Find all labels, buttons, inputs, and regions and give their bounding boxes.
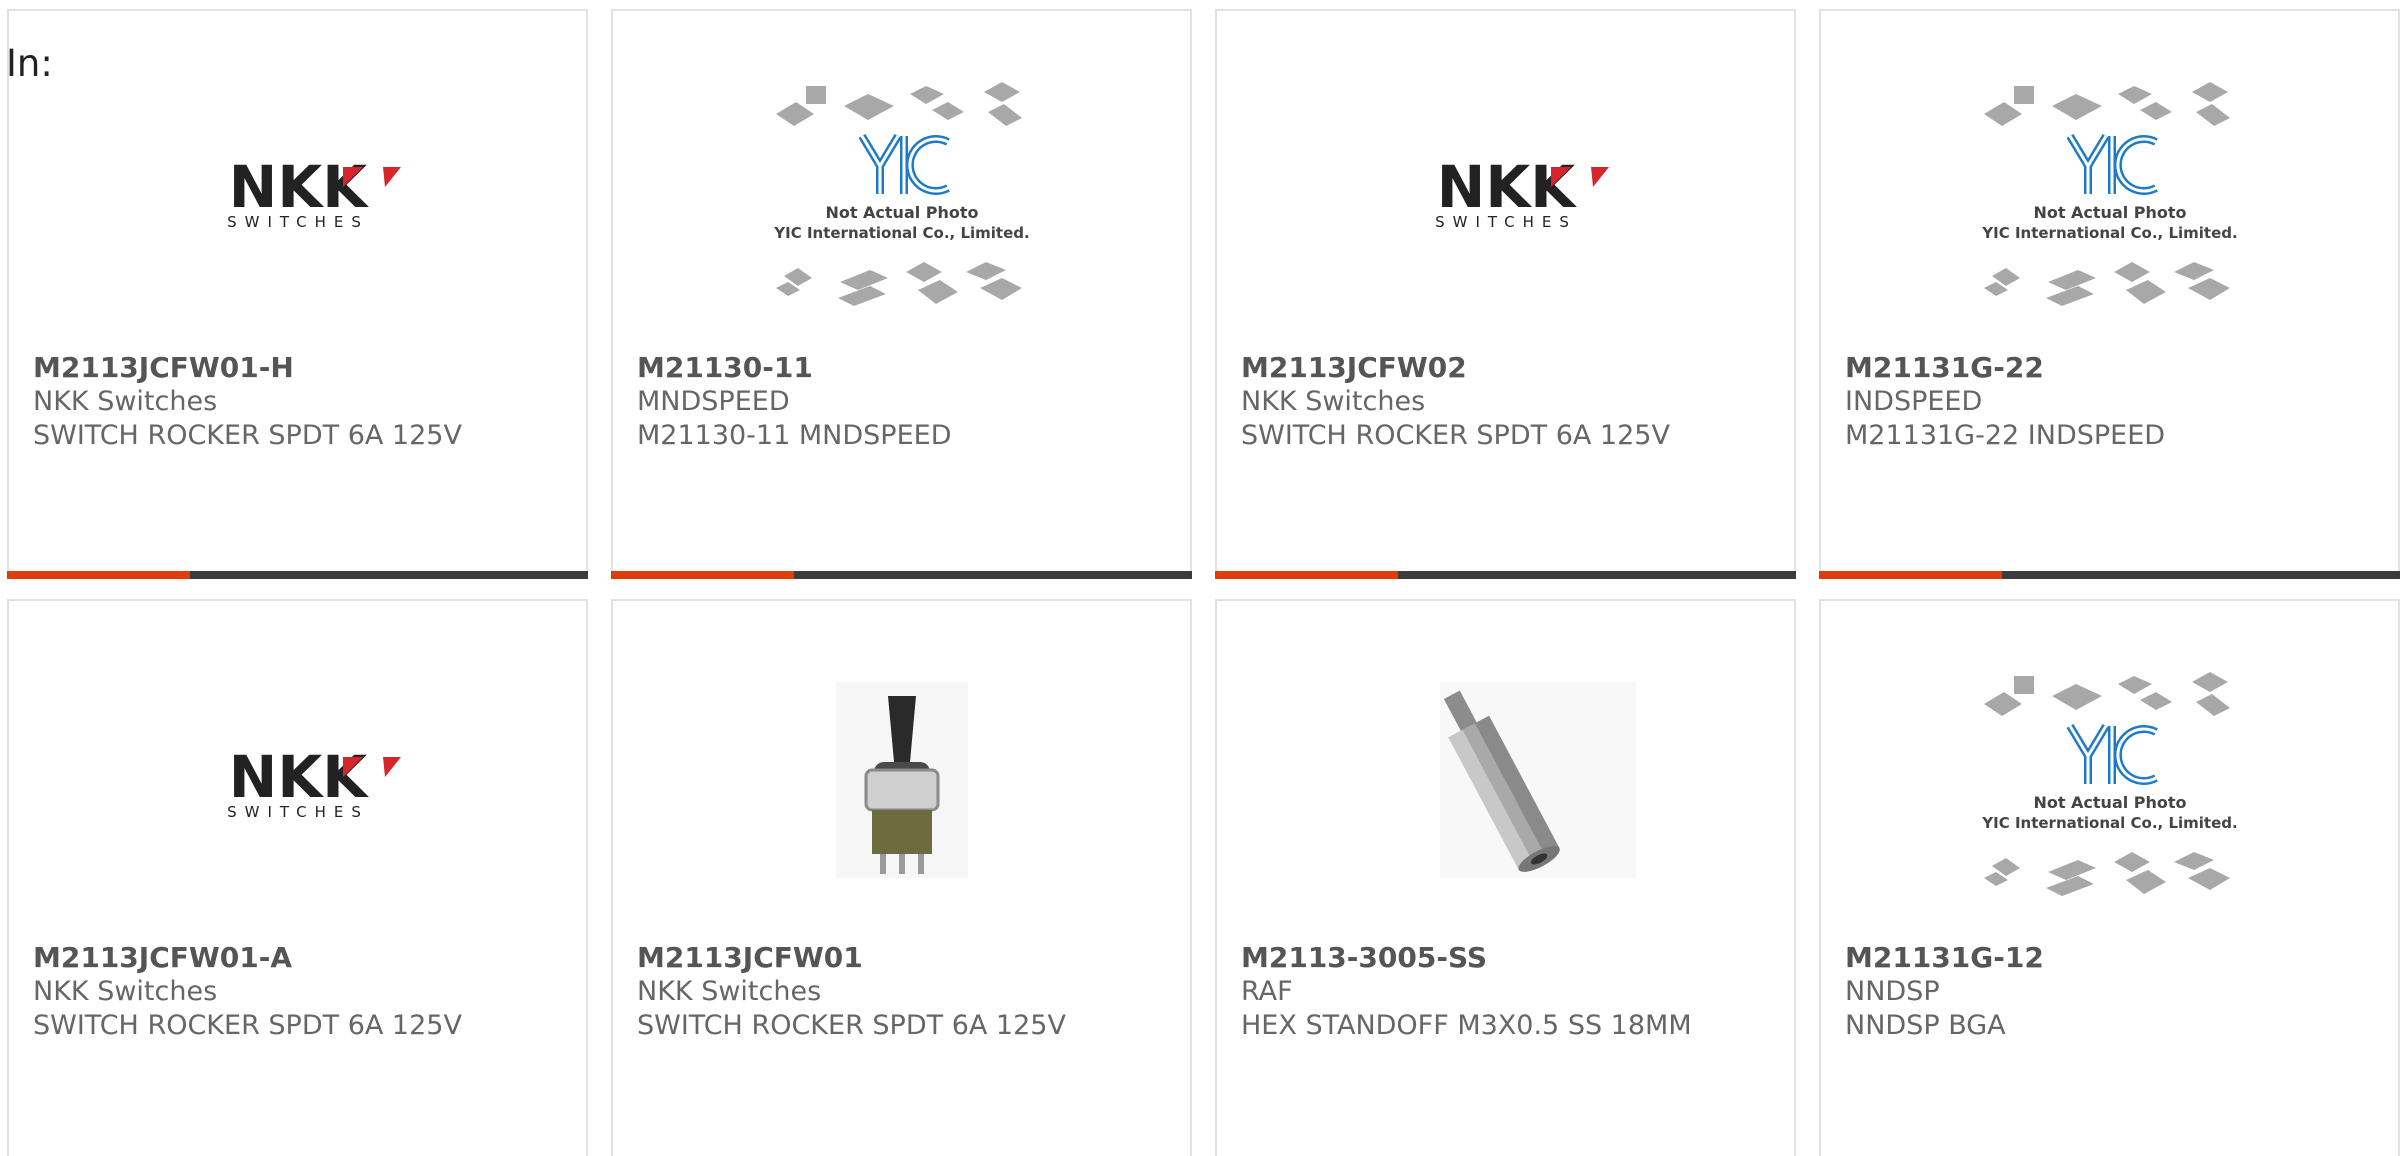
- yic-text-line1: Not Actual Photo: [2033, 793, 2186, 812]
- part-number-link[interactable]: M21131G-22: [1845, 351, 2044, 385]
- card-bottom-bar: [7, 571, 588, 579]
- product-description: SWITCH ROCKER SPDT 6A 125V: [33, 420, 462, 451]
- product-description: SWITCH ROCKER SPDT 6A 125V: [637, 1010, 1066, 1041]
- manufacturer-name: RAF: [1241, 976, 1293, 1007]
- yic-placeholder-image: Not Actual Photo YIC International Co., …: [1978, 654, 2242, 918]
- yic-text-line2: YIC International Co., Limited.: [773, 224, 1029, 242]
- product-description: HEX STANDOFF M3X0.5 SS 18MM: [1241, 1010, 1692, 1041]
- rocker-switch-photo: [770, 654, 1034, 918]
- product-card[interactable]: M2113JCFW01 NKK Switches SWITCH ROCKER S…: [611, 599, 1192, 1156]
- product-grid-page: In: NKK SWITCHES M2113JCFW01-H NKK Switc…: [0, 0, 2400, 1156]
- card-accent-bar: [7, 571, 190, 579]
- product-card[interactable]: Not Actual Photo YIC International Co., …: [611, 9, 1192, 579]
- nkk-logo-subtext: SWITCHES: [227, 213, 369, 231]
- part-number-link[interactable]: M2113JCFW01-A: [33, 941, 292, 975]
- yic-text-line1: Not Actual Photo: [2033, 203, 2186, 222]
- nkk-logo-image: NKK SWITCHES: [1374, 64, 1638, 328]
- card-bottom-bar: [1819, 571, 2400, 579]
- product-description: M21130-11 MNDSPEED: [637, 420, 952, 451]
- part-number-link[interactable]: M2113-3005-SS: [1241, 941, 1487, 975]
- manufacturer-name: NNDSP: [1845, 976, 1940, 1007]
- product-description: NNDSP BGA: [1845, 1010, 2006, 1041]
- product-card[interactable]: Not Actual Photo YIC International Co., …: [1819, 599, 2400, 1156]
- card-bottom-bar: [611, 571, 1192, 579]
- card-accent-bar: [1819, 571, 2002, 579]
- manufacturer-name: NKK Switches: [33, 976, 218, 1007]
- part-number-link[interactable]: M21131G-12: [1845, 941, 2044, 975]
- filter-in-label: In:: [6, 42, 53, 85]
- yic-text-line1: Not Actual Photo: [825, 203, 978, 222]
- manufacturer-name: NKK Switches: [1241, 386, 1426, 417]
- product-description: SWITCH ROCKER SPDT 6A 125V: [33, 1010, 462, 1041]
- yic-text-line2: YIC International Co., Limited.: [1981, 814, 2237, 832]
- part-number-link[interactable]: M2113JCFW02: [1241, 351, 1467, 385]
- hex-standoff-photo: [1374, 654, 1638, 918]
- nkk-logo-image: NKK SWITCHES: [166, 654, 430, 918]
- nkk-logo-image: NKK SWITCHES: [166, 64, 430, 328]
- nkk-logo-subtext: SWITCHES: [227, 803, 369, 821]
- card-bottom-bar: [1215, 571, 1796, 579]
- product-card[interactable]: M2113-3005-SS RAF HEX STANDOFF M3X0.5 SS…: [1215, 599, 1796, 1156]
- product-card[interactable]: NKK SWITCHES M2113JCFW01-H NKK Switches …: [7, 9, 588, 579]
- yic-placeholder-image: Not Actual Photo YIC International Co., …: [770, 64, 1034, 328]
- nkk-logo-subtext: SWITCHES: [1435, 213, 1577, 231]
- product-card[interactable]: NKK SWITCHES M2113JCFW02 NKK Switches SW…: [1215, 9, 1796, 579]
- product-description: SWITCH ROCKER SPDT 6A 125V: [1241, 420, 1670, 451]
- card-accent-bar: [611, 571, 794, 579]
- part-number-link[interactable]: M2113JCFW01: [637, 941, 863, 975]
- manufacturer-name: INDSPEED: [1845, 386, 1983, 417]
- manufacturer-name: NKK Switches: [33, 386, 218, 417]
- manufacturer-name: MNDSPEED: [637, 386, 790, 417]
- product-card[interactable]: Not Actual Photo YIC International Co., …: [1819, 9, 2400, 579]
- card-accent-bar: [1215, 571, 1398, 579]
- part-number-link[interactable]: M21130-11: [637, 351, 813, 385]
- manufacturer-name: NKK Switches: [637, 976, 822, 1007]
- yic-placeholder-image: Not Actual Photo YIC International Co., …: [1978, 64, 2242, 328]
- product-card[interactable]: NKK SWITCHES M2113JCFW01-A NKK Switches …: [7, 599, 588, 1156]
- yic-text-line2: YIC International Co., Limited.: [1981, 224, 2237, 242]
- part-number-link[interactable]: M2113JCFW01-H: [33, 351, 294, 385]
- product-description: M21131G-22 INDSPEED: [1845, 420, 2166, 451]
